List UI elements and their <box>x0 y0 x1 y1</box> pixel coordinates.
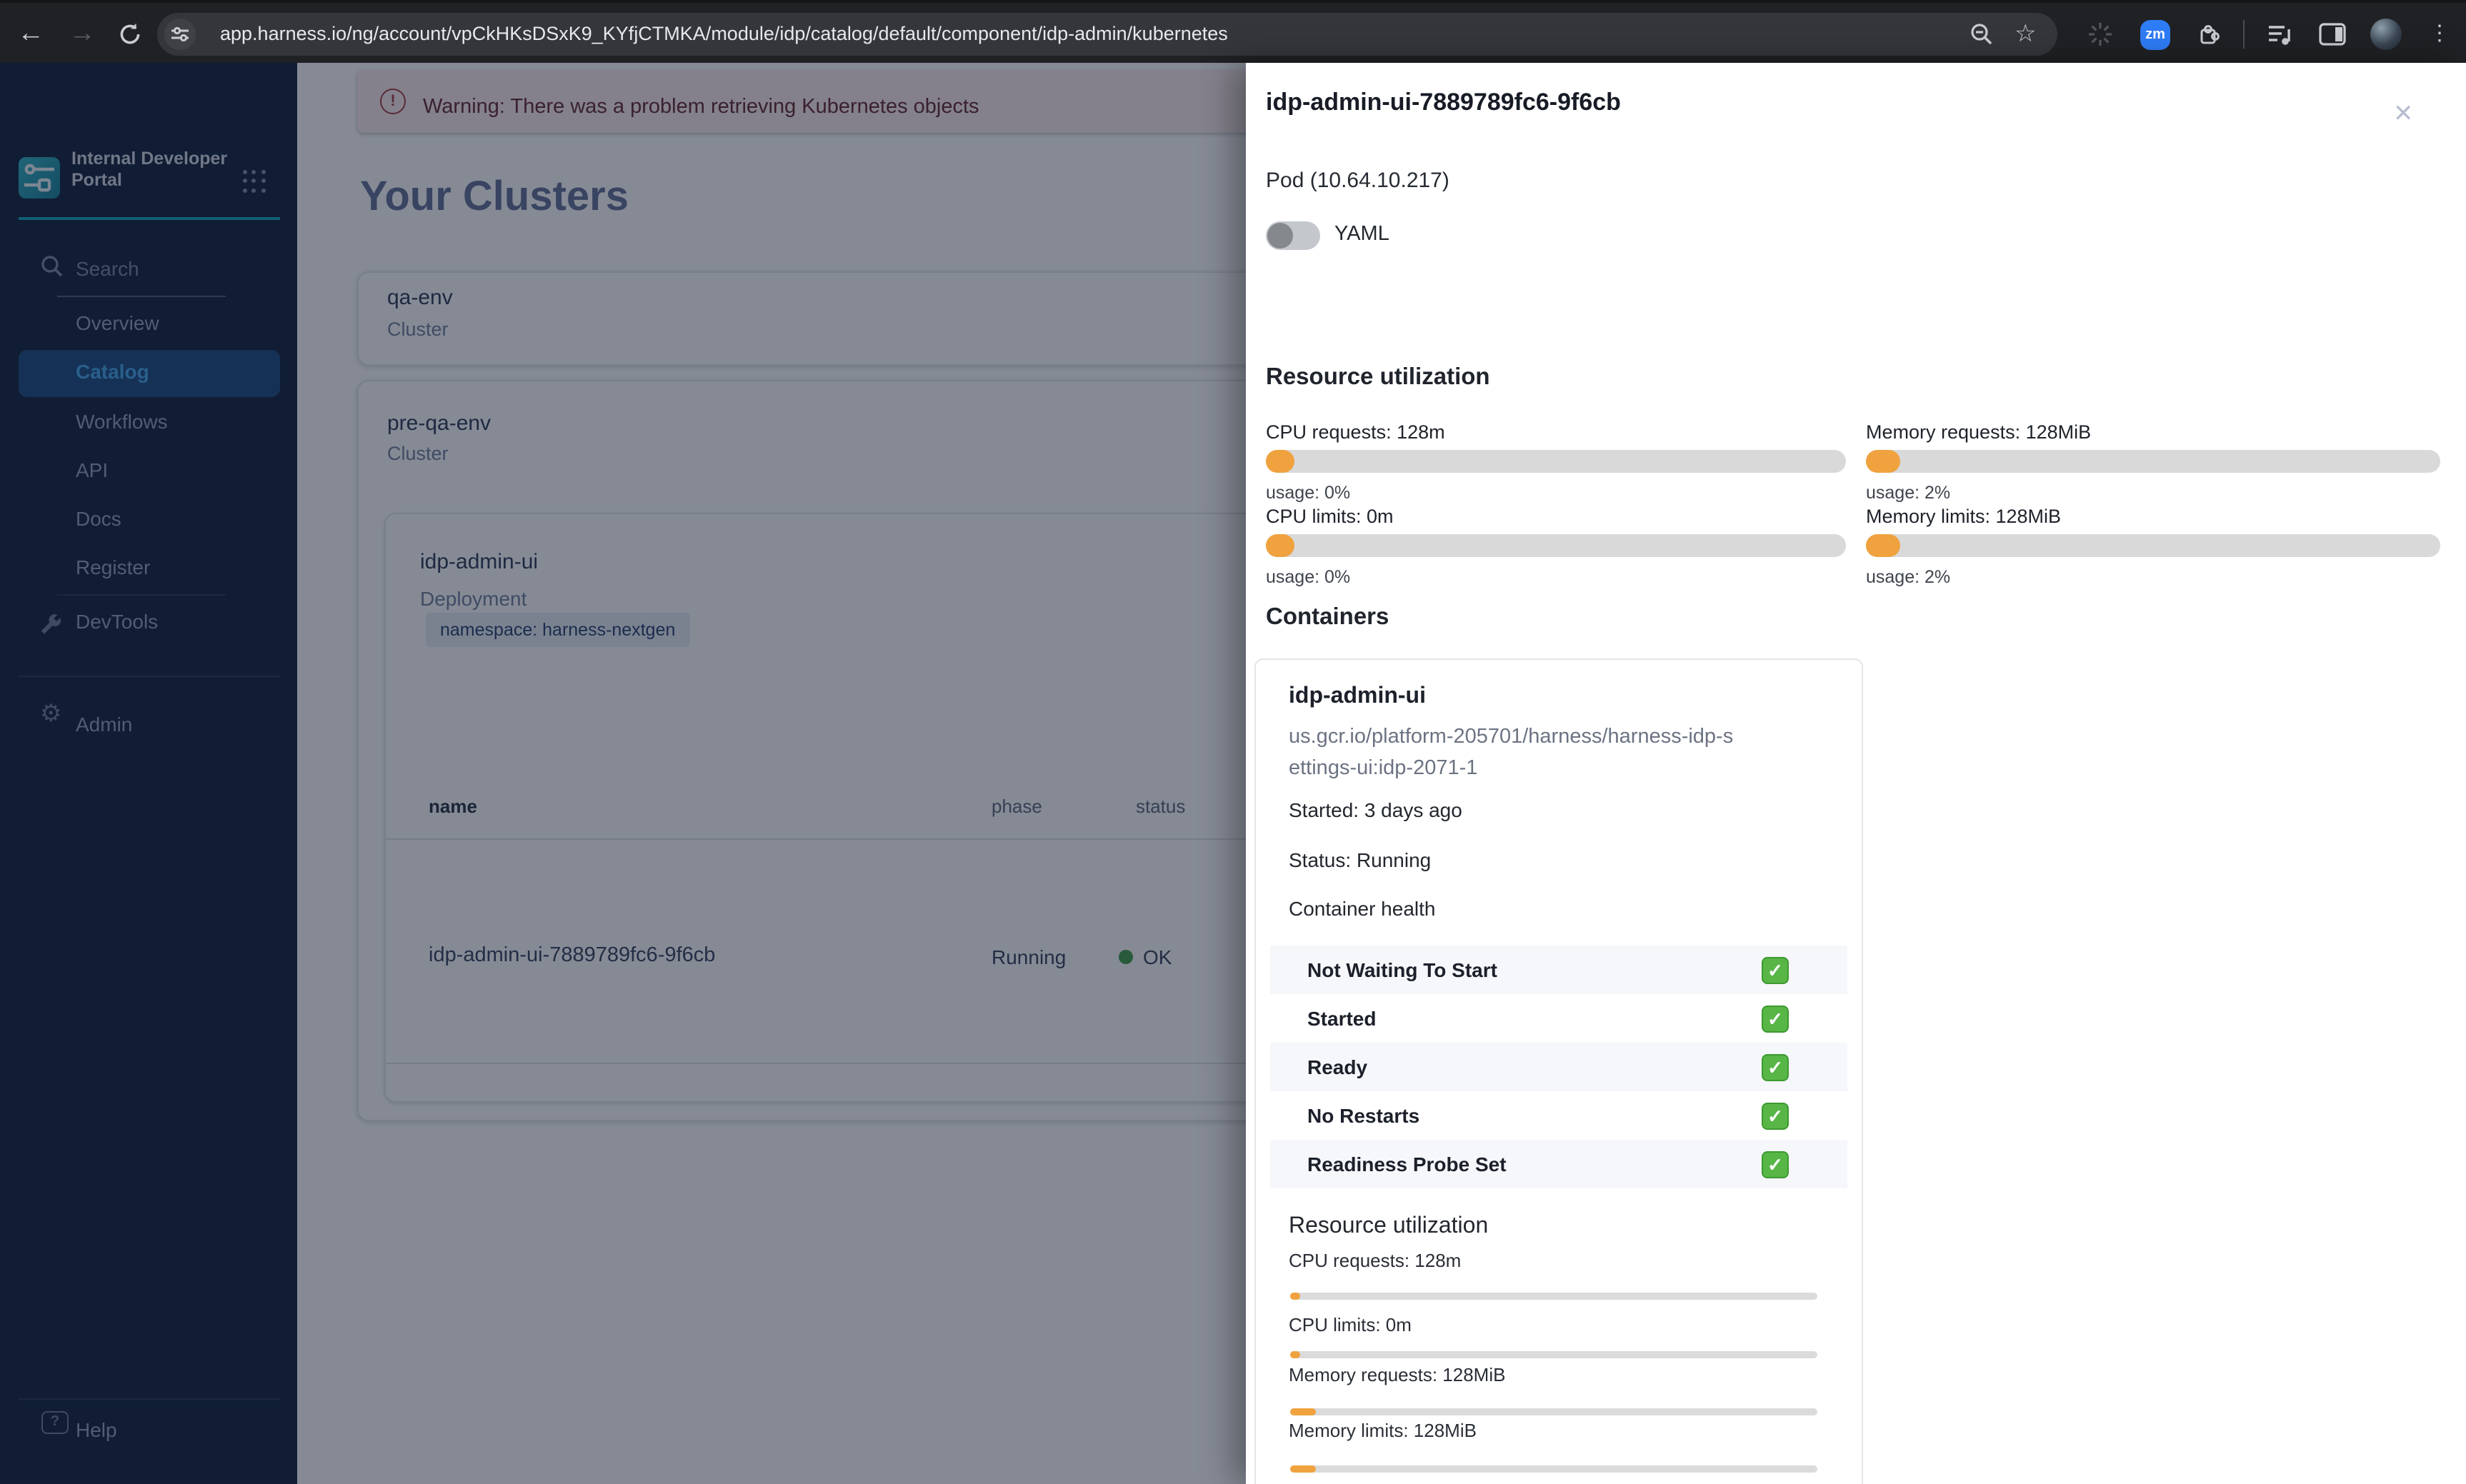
pod-details-drawer: idp-admin-ui-7889789fc6-9f6cb ✕ Pod (10.… <box>1246 63 2466 1484</box>
meter-fill <box>1290 1293 1300 1300</box>
meter-track <box>1866 534 2440 557</box>
health-row: Readiness Probe Set ✓ <box>1270 1140 1847 1188</box>
health-label: Readiness Probe Set <box>1307 1153 1507 1175</box>
meter-fill <box>1266 450 1294 473</box>
extensions-puzzle-icon[interactable] <box>2196 21 2222 47</box>
check-icon: ✓ <box>1762 1054 1789 1081</box>
check-icon: ✓ <box>1762 957 1789 984</box>
container-started: Started: 3 days ago <box>1289 798 1462 821</box>
url-bar[interactable]: app.harness.io/ng/account/vpCkHKsDSxK9_K… <box>157 13 2057 56</box>
yaml-toggle[interactable] <box>1266 221 1320 250</box>
zoom-out-icon[interactable] <box>1969 21 1995 47</box>
site-settings-icon[interactable] <box>164 19 196 50</box>
check-icon: ✓ <box>1762 1103 1789 1130</box>
meter-usage: usage: 2% <box>1866 567 1951 587</box>
container-status: Status: Running <box>1289 848 1432 871</box>
meter-usage: usage: 0% <box>1266 483 1351 503</box>
meter-track <box>1290 1408 1817 1415</box>
meter-label: CPU requests: 128m <box>1266 421 1445 443</box>
health-label: Started <box>1307 1007 1377 1030</box>
forward-icon[interactable]: → <box>69 3 96 66</box>
meter-fill <box>1290 1351 1300 1358</box>
health-label: No Restarts <box>1307 1104 1420 1127</box>
meter-track <box>1290 1465 1817 1473</box>
profile-avatar[interactable] <box>2370 19 2402 50</box>
meter-label: CPU limits: 0m <box>1266 506 1394 527</box>
meter-fill <box>1866 534 1900 557</box>
health-row: Ready ✓ <box>1270 1043 1847 1091</box>
meter-track <box>1866 450 2440 473</box>
container-image: us.gcr.io/platform-205701/harness/harnes… <box>1289 726 1734 780</box>
spinner-extension-icon[interactable] <box>2087 21 2113 47</box>
meter-fill <box>1866 450 1900 473</box>
pod-subtitle: Pod (10.64.10.217) <box>1266 169 1449 193</box>
meter-usage: usage: 0% <box>1266 567 1351 587</box>
meter-fill <box>1290 1465 1316 1473</box>
close-icon[interactable]: ✕ <box>2393 100 2414 129</box>
meter-label: CPU limits: 0m <box>1289 1314 1412 1335</box>
meter-track <box>1290 1351 1817 1358</box>
meter-label: CPU requests: 128m <box>1289 1250 1462 1271</box>
health-label: Not Waiting To Start <box>1307 958 1497 981</box>
side-panel-icon[interactable] <box>2319 23 2346 46</box>
back-icon[interactable]: ← <box>17 3 44 66</box>
container-resource-heading: Resource utilization <box>1289 1214 1489 1238</box>
browser-menu-icon[interactable]: ⋮ <box>2429 3 2450 66</box>
container-name: idp-admin-ui <box>1289 684 1426 708</box>
containers-heading: Containers <box>1266 604 1389 630</box>
health-row: Not Waiting To Start ✓ <box>1270 946 1847 994</box>
meter-track <box>1290 1293 1817 1300</box>
screen: ← → app.harness.io/ng/account/vpCkHKsDSx… <box>0 0 2466 1484</box>
meter-label: Memory requests: 128MiB <box>1866 421 2092 443</box>
meter-track <box>1266 450 1846 473</box>
meter-usage: usage: 2% <box>1866 483 1951 503</box>
meter-label: Memory limits: 128MiB <box>1866 506 2062 527</box>
health-row: Started ✓ <box>1270 994 1847 1043</box>
toggle-knob <box>1267 223 1293 249</box>
meter-label: Memory requests: 128MiB <box>1289 1364 1506 1385</box>
health-row: No Restarts ✓ <box>1270 1091 1847 1140</box>
yaml-toggle-label: YAML <box>1334 223 1389 246</box>
browser-toolbar: ← → app.harness.io/ng/account/vpCkHKsDSx… <box>0 0 2466 66</box>
url-text[interactable]: app.harness.io/ng/account/vpCkHKsDSxK9_K… <box>220 13 1977 56</box>
health-label: Ready <box>1307 1056 1368 1078</box>
container-health-heading: Container health <box>1289 897 1436 920</box>
toolbar-separator <box>2243 20 2245 49</box>
bookmark-star-icon[interactable]: ☆ <box>2015 13 2037 56</box>
drawer-title: idp-admin-ui-7889789fc6-9f6cb <box>1266 89 1621 116</box>
check-icon: ✓ <box>1762 1006 1789 1033</box>
resource-utilization-heading: Resource utilization <box>1266 364 1490 390</box>
meter-label: Memory limits: 128MiB <box>1289 1420 1477 1441</box>
check-icon: ✓ <box>1762 1151 1789 1178</box>
zoom-extension-icon[interactable]: zm <box>2140 20 2170 50</box>
media-controls-icon[interactable] <box>2267 21 2295 47</box>
meter-fill <box>1266 534 1294 557</box>
meter-track <box>1266 534 1846 557</box>
meter-fill <box>1290 1408 1316 1415</box>
reload-icon[interactable] <box>117 21 143 47</box>
